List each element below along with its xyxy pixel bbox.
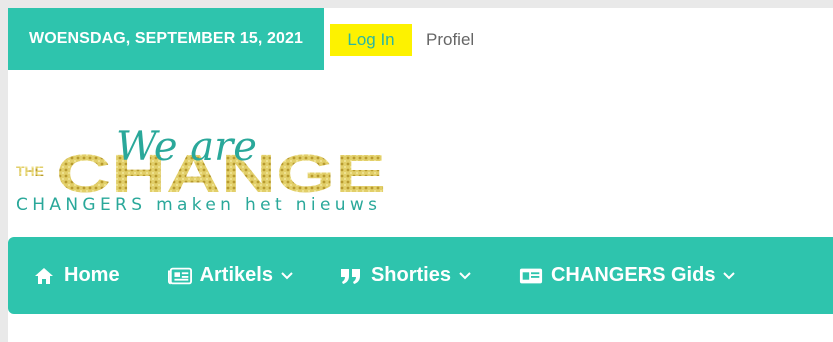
site-logo[interactable]: THE CHANGE We are CHANGERS maken het nie… — [16, 108, 386, 216]
nav-item-shorties[interactable]: Shorties — [339, 237, 471, 314]
chevron-down-icon — [459, 270, 471, 282]
quote-icon — [339, 266, 363, 286]
logo-graphic: THE CHANGE We are CHANGERS maken het nie… — [16, 124, 386, 215]
home-icon — [32, 266, 56, 286]
nav-label-changers-gids: CHANGERS Gids — [550, 264, 716, 286]
nav-item-home[interactable]: Home — [32, 237, 120, 314]
nav-item-artikels[interactable]: Artikels — [167, 237, 293, 314]
nav-label-home: Home — [64, 264, 120, 286]
main-navigation: Home Artikels Shorties CHANGERS Gids — [8, 237, 833, 314]
id-card-icon — [519, 266, 543, 286]
nav-label-shorties: Shorties — [370, 264, 451, 286]
chevron-down-icon — [281, 270, 293, 282]
logo-the-text: THE — [16, 163, 44, 179]
nav-label-artikels: Artikels — [199, 264, 273, 286]
newspaper-icon — [167, 266, 192, 286]
logo-tagline: CHANGERS maken het nieuws — [16, 195, 378, 215]
chevron-down-icon — [723, 270, 736, 282]
logo-script-text: We are — [116, 124, 257, 170]
date-display: WOENSDAG, SEPTEMBER 15, 2021 — [8, 8, 324, 70]
page: WOENSDAG, SEPTEMBER 15, 2021 Log In Prof… — [8, 8, 833, 342]
login-link[interactable]: Log In — [330, 24, 412, 56]
nav-item-changers-gids[interactable]: CHANGERS Gids — [519, 237, 736, 314]
profile-link[interactable]: Profiel — [426, 28, 474, 52]
